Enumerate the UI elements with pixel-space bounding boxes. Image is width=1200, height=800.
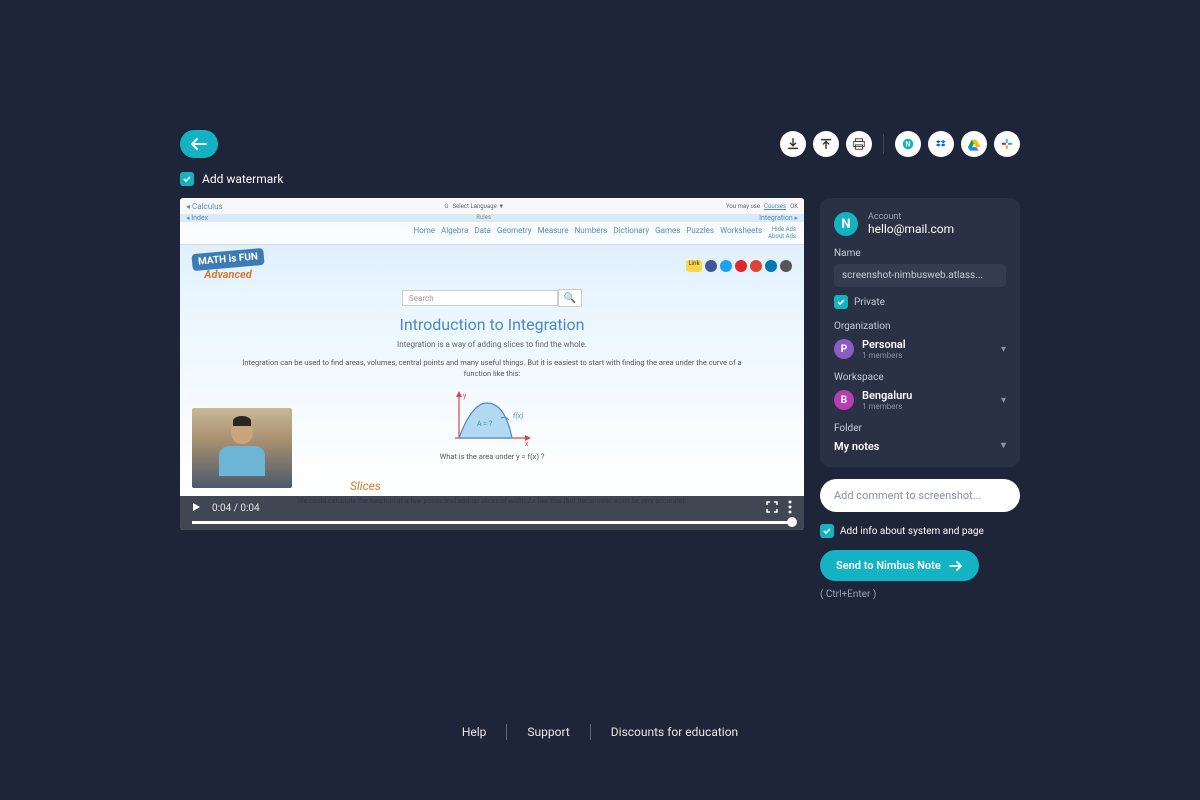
google-drive-icon[interactable]	[961, 131, 987, 157]
private-label: Private	[854, 297, 885, 308]
system-info-label: Add info about system and page	[840, 526, 984, 537]
video-player[interactable]: ◂ Calculus GSelect Language ▼ You may us…	[180, 198, 804, 530]
chevron-down-icon: ▾	[1001, 344, 1006, 355]
svg-text:f(x): f(x)	[513, 412, 523, 420]
svg-text:N: N	[906, 141, 911, 149]
folder-select[interactable]: My notes ▾	[834, 440, 1006, 453]
name-label: Name	[834, 248, 1006, 259]
svg-text:A = ?: A = ?	[477, 420, 493, 428]
comment-input[interactable]: Add comment to screenshot...	[820, 479, 1020, 512]
footer-help-link[interactable]: Help	[442, 725, 507, 739]
video-menu-button[interactable]	[788, 500, 792, 517]
workspace-select[interactable]: B Bengaluru 1 members ▾	[834, 389, 1006, 411]
print-icon[interactable]	[846, 131, 872, 157]
watermark-label: Add watermark	[202, 172, 283, 186]
footer-discounts-link[interactable]: Discounts for education	[591, 725, 758, 739]
private-checkbox[interactable]	[834, 295, 848, 309]
slack-icon[interactable]	[994, 131, 1020, 157]
fullscreen-button[interactable]	[766, 501, 778, 516]
nimbus-icon[interactable]: N	[895, 131, 921, 157]
play-button[interactable]	[192, 502, 202, 515]
system-info-checkbox[interactable]	[820, 524, 834, 538]
svg-text:y: y	[463, 392, 467, 400]
dropbox-icon[interactable]	[928, 131, 954, 157]
footer-support-link[interactable]: Support	[507, 725, 589, 739]
organization-label: Organization	[834, 321, 1006, 332]
upload-icon[interactable]	[813, 131, 839, 157]
icon-separator	[883, 134, 884, 154]
send-button[interactable]: Send to Nimbus Note	[820, 550, 979, 581]
shortcut-hint: ( Ctrl+Enter )	[820, 589, 1020, 600]
footer: Help Support Discounts for education	[0, 724, 1200, 740]
video-time: 0:04 / 0:04	[212, 503, 260, 514]
account-avatar: N	[834, 212, 858, 236]
folder-label: Folder	[834, 423, 1006, 434]
details-panel: N Account hello@mail.com Name screenshot…	[820, 198, 1020, 467]
account-label: Account	[868, 212, 954, 222]
back-button[interactable]	[180, 130, 218, 158]
svg-text:x: x	[525, 440, 529, 448]
download-icon[interactable]	[780, 131, 806, 157]
progress-bar[interactable]	[192, 521, 792, 524]
organization-select[interactable]: P Personal 1 members ▾	[834, 338, 1006, 360]
chevron-down-icon: ▾	[1001, 440, 1006, 453]
chevron-down-icon: ▾	[1001, 395, 1006, 406]
watermark-checkbox[interactable]	[180, 172, 194, 186]
workspace-label: Workspace	[834, 372, 1006, 383]
webcam-overlay	[192, 408, 292, 488]
name-input[interactable]: screenshot-nimbusweb.atlass...	[834, 264, 1006, 287]
account-email: hello@mail.com	[868, 222, 954, 236]
